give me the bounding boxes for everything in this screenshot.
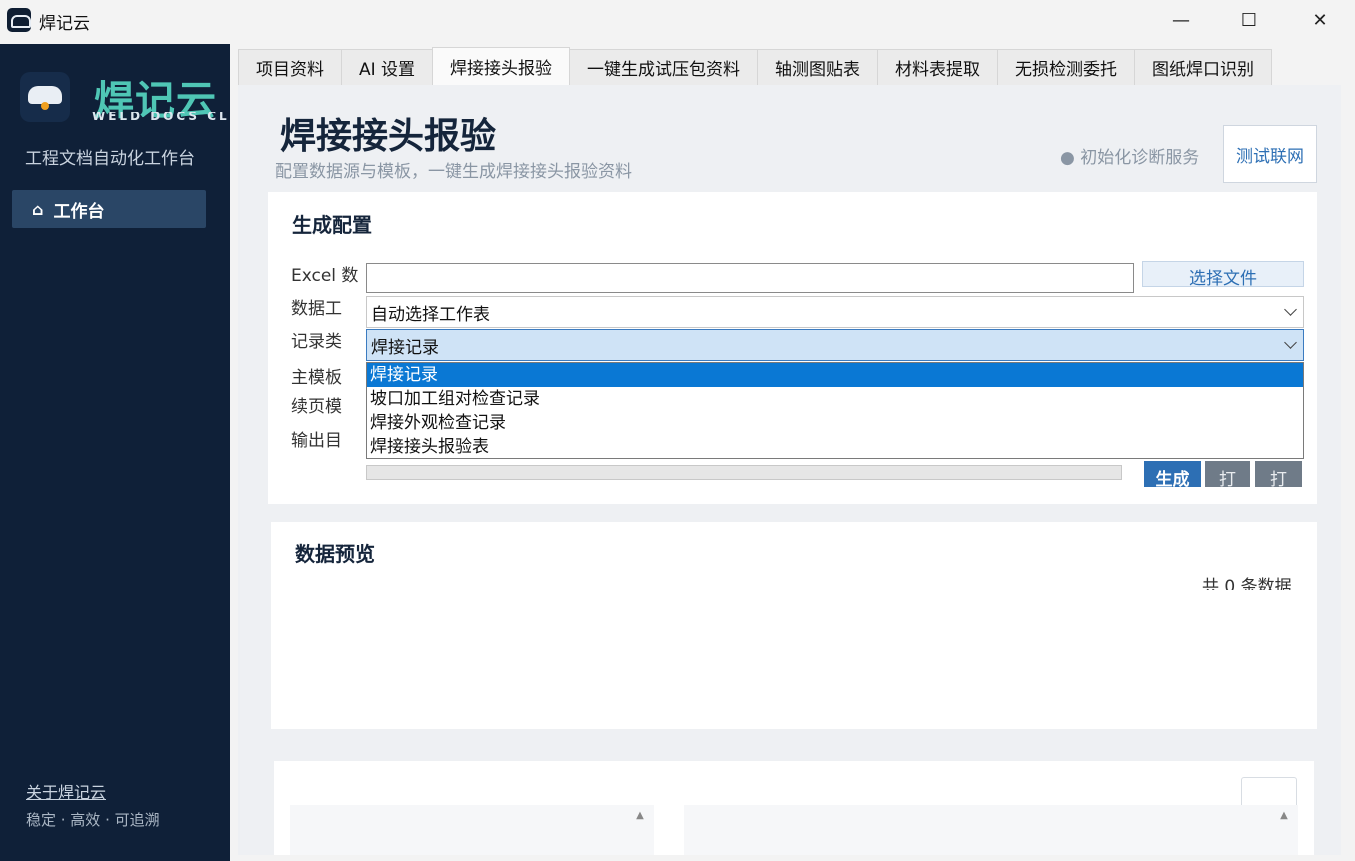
record-type-dropdown: 焊接记录 坡口加工组对检查记录 焊接外观检查记录 焊接接头报验表 <box>366 362 1304 459</box>
tab-material-extraction[interactable]: 材料表提取 <box>877 49 999 85</box>
right-list: ▲ <box>684 805 1298 855</box>
status-text: ● 初始化诊断服务 <box>1060 148 1200 168</box>
generate-button[interactable]: 生成 <box>1144 461 1201 487</box>
record-type-select[interactable]: 焊接记录 <box>366 329 1304 361</box>
tab-isometric-table[interactable]: 轴测图贴表 <box>757 49 879 85</box>
tab-bar: 项目资料 AI 设置 焊接接头报验 一键生成试压包资料 轴测图贴表 材料表提取 … <box>238 47 1273 85</box>
sidebar-item-workbench[interactable]: ⌂ 工作台 <box>12 190 206 228</box>
bottom-panel: ▲ ▲ <box>274 761 1314 855</box>
tab-ai-settings[interactable]: AI 设置 <box>341 49 434 85</box>
sheet-select[interactable]: 自动选择工作表 <box>366 296 1304 328</box>
dropdown-option[interactable]: 焊接外观检查记录 <box>367 411 1303 435</box>
app-icon <box>7 8 31 32</box>
output-dir-label: 输出目 <box>291 431 342 451</box>
dropdown-option[interactable]: 坡口加工组对检查记录 <box>367 387 1303 411</box>
tab-pressure-test-package[interactable]: 一键生成试压包资料 <box>569 49 759 85</box>
sheet-label: 数据工 <box>291 299 342 319</box>
scroll-up-icon[interactable]: ▲ <box>628 805 652 825</box>
close-icon: ✕ <box>1312 9 1328 31</box>
scroll-up-icon[interactable]: ▲ <box>1272 805 1296 825</box>
tab-weld-joint-inspection[interactable]: 焊接接头报验 <box>432 47 571 85</box>
sidebar-motto: 稳定 · 高效 · 可追溯 <box>26 811 160 829</box>
print-button-2[interactable]: 打 <box>1255 461 1302 487</box>
record-type-label: 记录类 <box>291 332 342 352</box>
progress-bar <box>366 465 1122 480</box>
chevron-down-icon <box>1284 336 1297 349</box>
page-title: 焊接接头报验 <box>280 116 497 157</box>
sidebar-item-label: 工作台 <box>53 201 105 222</box>
spark-icon <box>41 102 49 110</box>
print-button[interactable]: 打 <box>1205 461 1250 487</box>
main-template-label: 主模板 <box>291 368 342 388</box>
preview-card: 数据预览 共 0 条数据 <box>271 522 1317 729</box>
close-button[interactable]: ✕ <box>1285 0 1355 40</box>
logo-subtext: WELD DOCS CL <box>92 112 230 123</box>
sidebar: 焊记云 WELD DOCS CL 工程文档自动化工作台 ⌂ 工作台 关于焊记云 … <box>0 44 230 861</box>
minimize-icon: — <box>1172 9 1190 31</box>
maximize-button[interactable]: ☐ <box>1214 0 1284 40</box>
chevron-down-icon <box>1284 303 1297 316</box>
config-title: 生成配置 <box>292 213 372 237</box>
excel-label: Excel 数 <box>291 266 359 286</box>
dropdown-option[interactable]: 焊接接头报验表 <box>367 435 1303 459</box>
dropdown-option[interactable]: 焊接记录 <box>367 363 1303 387</box>
sidebar-tagline: 工程文档自动化工作台 <box>25 149 195 169</box>
about-link[interactable]: 关于焊记云 <box>26 779 106 803</box>
record-count: 共 0 条数据 <box>1202 577 1292 590</box>
tab-drawing-weld-recognition[interactable]: 图纸焊口识别 <box>1134 49 1273 85</box>
cont-template-label: 续页模 <box>291 397 342 417</box>
logo-icon <box>20 72 70 122</box>
preview-title: 数据预览 <box>295 542 375 566</box>
page-subtitle: 配置数据源与模板，一键生成焊接接头报验资料 <box>275 162 632 182</box>
window-title: 焊记云 <box>39 14 90 34</box>
choose-file-button[interactable]: 选择文件 <box>1142 261 1304 287</box>
left-list: ▲ <box>290 805 654 855</box>
title-bar: 焊记云 — ☐ ✕ <box>0 0 1355 44</box>
excel-path-input[interactable] <box>366 263 1134 293</box>
sheet-select-value: 自动选择工作表 <box>371 304 490 325</box>
test-network-button[interactable]: 测试联网 <box>1223 125 1317 183</box>
home-icon: ⌂ <box>32 199 44 219</box>
maximize-icon: ☐ <box>1240 9 1258 31</box>
minimize-button[interactable]: — <box>1146 0 1216 40</box>
record-type-value: 焊接记录 <box>371 337 439 358</box>
tab-project-info[interactable]: 项目资料 <box>238 49 342 85</box>
tab-ndt-commission[interactable]: 无损检测委托 <box>997 49 1136 85</box>
